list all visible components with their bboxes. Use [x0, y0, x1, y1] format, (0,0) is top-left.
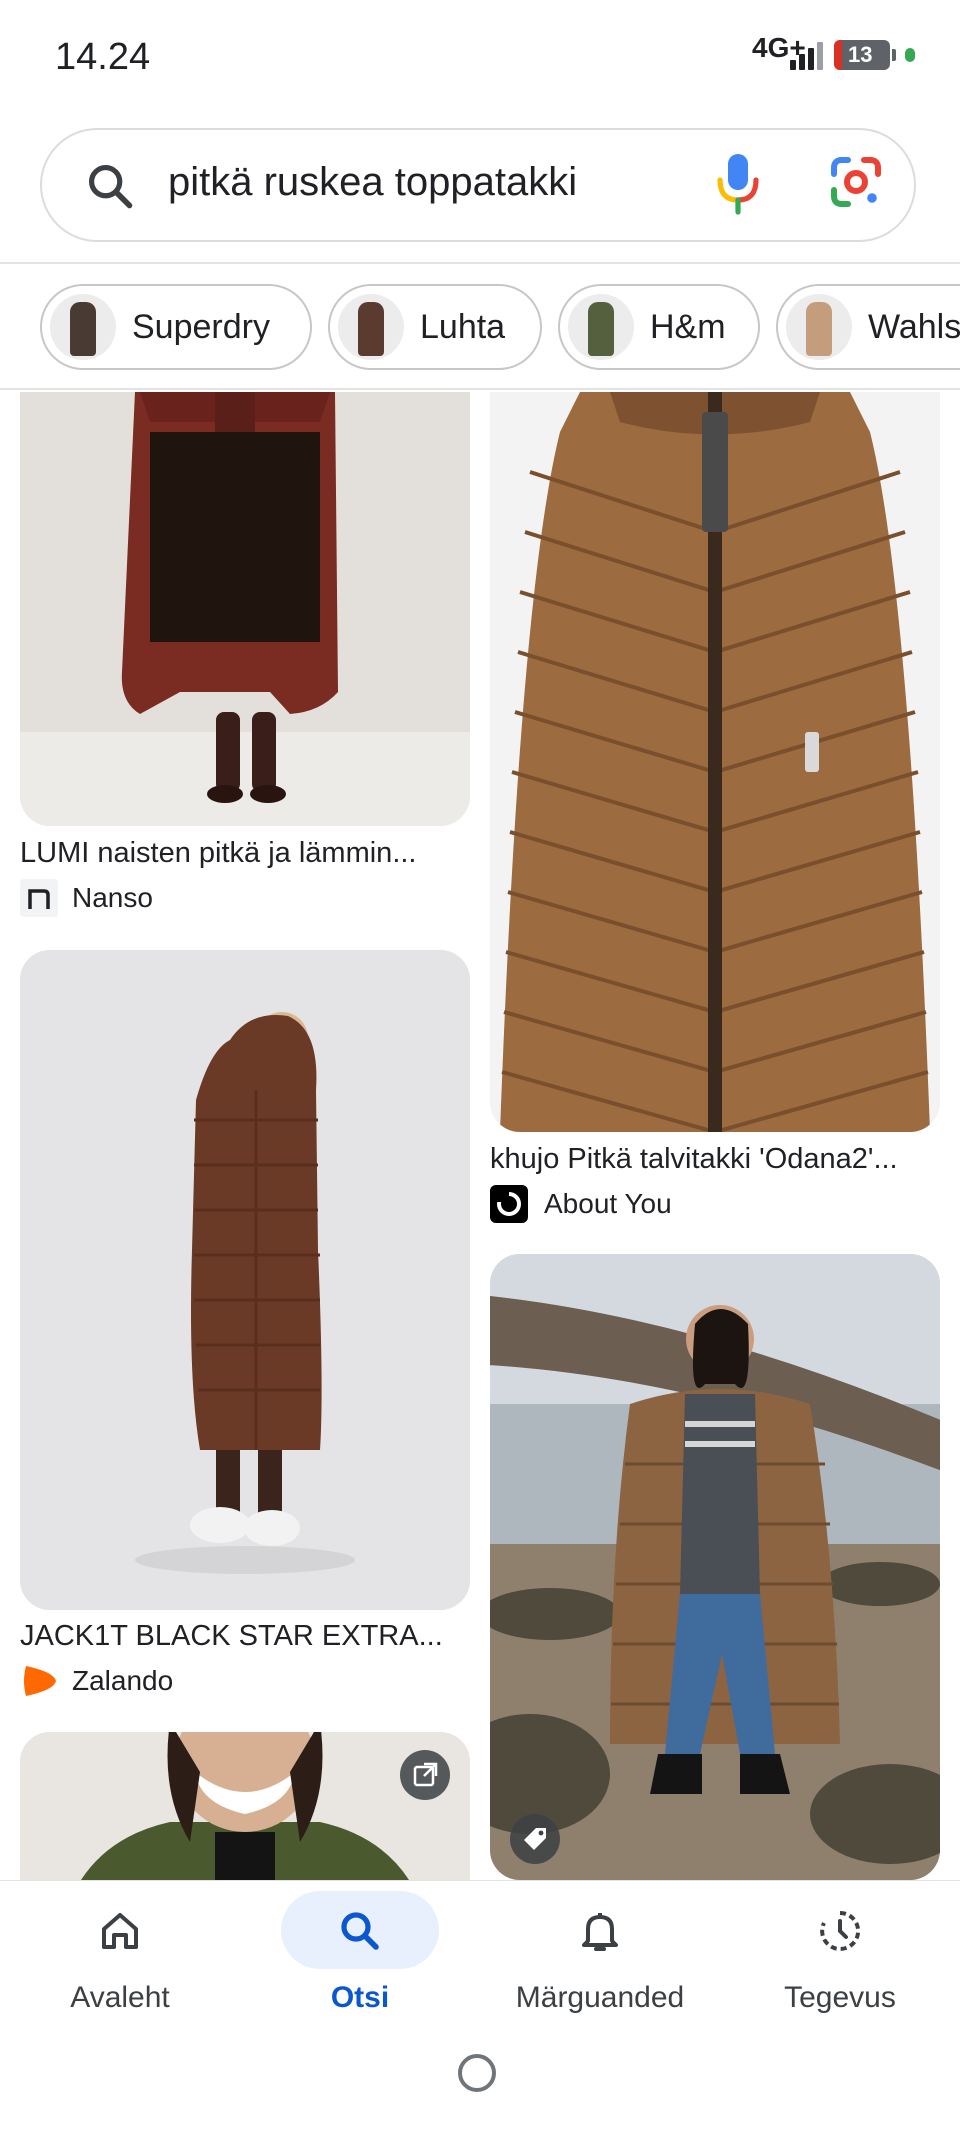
google-lens-icon[interactable]	[828, 154, 884, 210]
bell-icon	[582, 1913, 618, 1951]
chip-label: H&m	[650, 308, 726, 346]
result-image-khujo[interactable]	[490, 392, 940, 1132]
nav-notifications-label: Märguanded	[515, 1981, 685, 2014]
about-you-favicon	[490, 1185, 528, 1223]
search-query[interactable]: pitkä ruskea toppatakki	[168, 160, 577, 205]
status-bar: 14.24 4G+ 13	[0, 0, 960, 118]
chip-thumbnail	[786, 294, 852, 360]
nav-home-label: Avaleht	[70, 1981, 170, 2014]
chip-thumbnail	[338, 294, 404, 360]
result-title[interactable]: JACK1T BLACK STAR EXTRA...	[20, 1620, 443, 1653]
chips-divider	[0, 388, 960, 390]
nav-notifications[interactable]: Märguanded	[480, 1881, 720, 2031]
status-time: 14.24	[55, 36, 151, 78]
nav-search[interactable]: Otsi	[240, 1881, 480, 2031]
result-image-jack1t[interactable]	[20, 950, 470, 1610]
coat-photo	[20, 392, 470, 826]
chip-label: Wahls	[868, 308, 960, 346]
header-divider	[0, 262, 960, 264]
chip-hm[interactable]: H&m	[558, 284, 760, 370]
coat-photo	[20, 950, 470, 1610]
chip-superdry[interactable]: Superdry	[40, 284, 312, 370]
search-bar[interactable]: pitkä ruskea toppatakki	[40, 128, 916, 242]
chip-label: Luhta	[420, 308, 506, 346]
open-in-new-icon	[413, 1762, 438, 1787]
image-results-grid: LUMI naisten pitkä ja lämmin... Nanso JA…	[0, 392, 960, 1880]
home-icon	[102, 1913, 138, 1949]
nav-home[interactable]: Avaleht	[0, 1881, 240, 2031]
nav-activity-label: Tegevus	[784, 1981, 896, 2014]
battery-level: 13	[848, 42, 873, 67]
nav-activity[interactable]: Tegevus	[720, 1881, 960, 2031]
coat-photo	[490, 392, 940, 1132]
search-icon[interactable]	[84, 160, 136, 212]
result-image-beach-coat[interactable]	[490, 1254, 940, 1880]
chip-thumbnail	[50, 294, 116, 360]
coat-photo	[490, 1254, 940, 1880]
product-tag-button[interactable]	[510, 1814, 560, 1864]
result-source[interactable]: Zalando	[72, 1665, 173, 1697]
bottom-navigation: Avaleht Otsi Märguanded Tegevus	[0, 1880, 960, 2134]
search-icon	[341, 1912, 379, 1950]
result-source[interactable]: Nanso	[72, 882, 153, 914]
nanso-favicon	[20, 879, 58, 917]
result-title[interactable]: khujo Pitkä talvitakki 'Odana2'...	[490, 1143, 898, 1176]
chip-luhta[interactable]: Luhta	[328, 284, 542, 370]
battery-tip	[892, 49, 896, 61]
result-source[interactable]: About You	[544, 1188, 672, 1220]
signal-icon	[790, 42, 823, 70]
chip-thumbnail	[568, 294, 634, 360]
result-title[interactable]: LUMI naisten pitkä ja lämmin...	[20, 837, 416, 870]
microphone-icon[interactable]	[716, 152, 760, 216]
tag-icon	[524, 1828, 546, 1850]
system-home-button[interactable]	[458, 2054, 496, 2092]
charging-icon	[905, 48, 915, 62]
brand-filter-chips: Superdry Luhta H&m Wahls	[0, 282, 960, 376]
activity-history-icon	[820, 1910, 861, 1951]
zalando-favicon	[24, 1666, 56, 1696]
open-external-button[interactable]	[400, 1750, 450, 1800]
result-image-lumi[interactable]	[20, 392, 470, 826]
chip-wahls[interactable]: Wahls	[776, 284, 960, 370]
chip-label: Superdry	[132, 308, 270, 346]
nav-search-label: Otsi	[330, 1981, 390, 2014]
battery-icon: 13	[834, 40, 890, 70]
